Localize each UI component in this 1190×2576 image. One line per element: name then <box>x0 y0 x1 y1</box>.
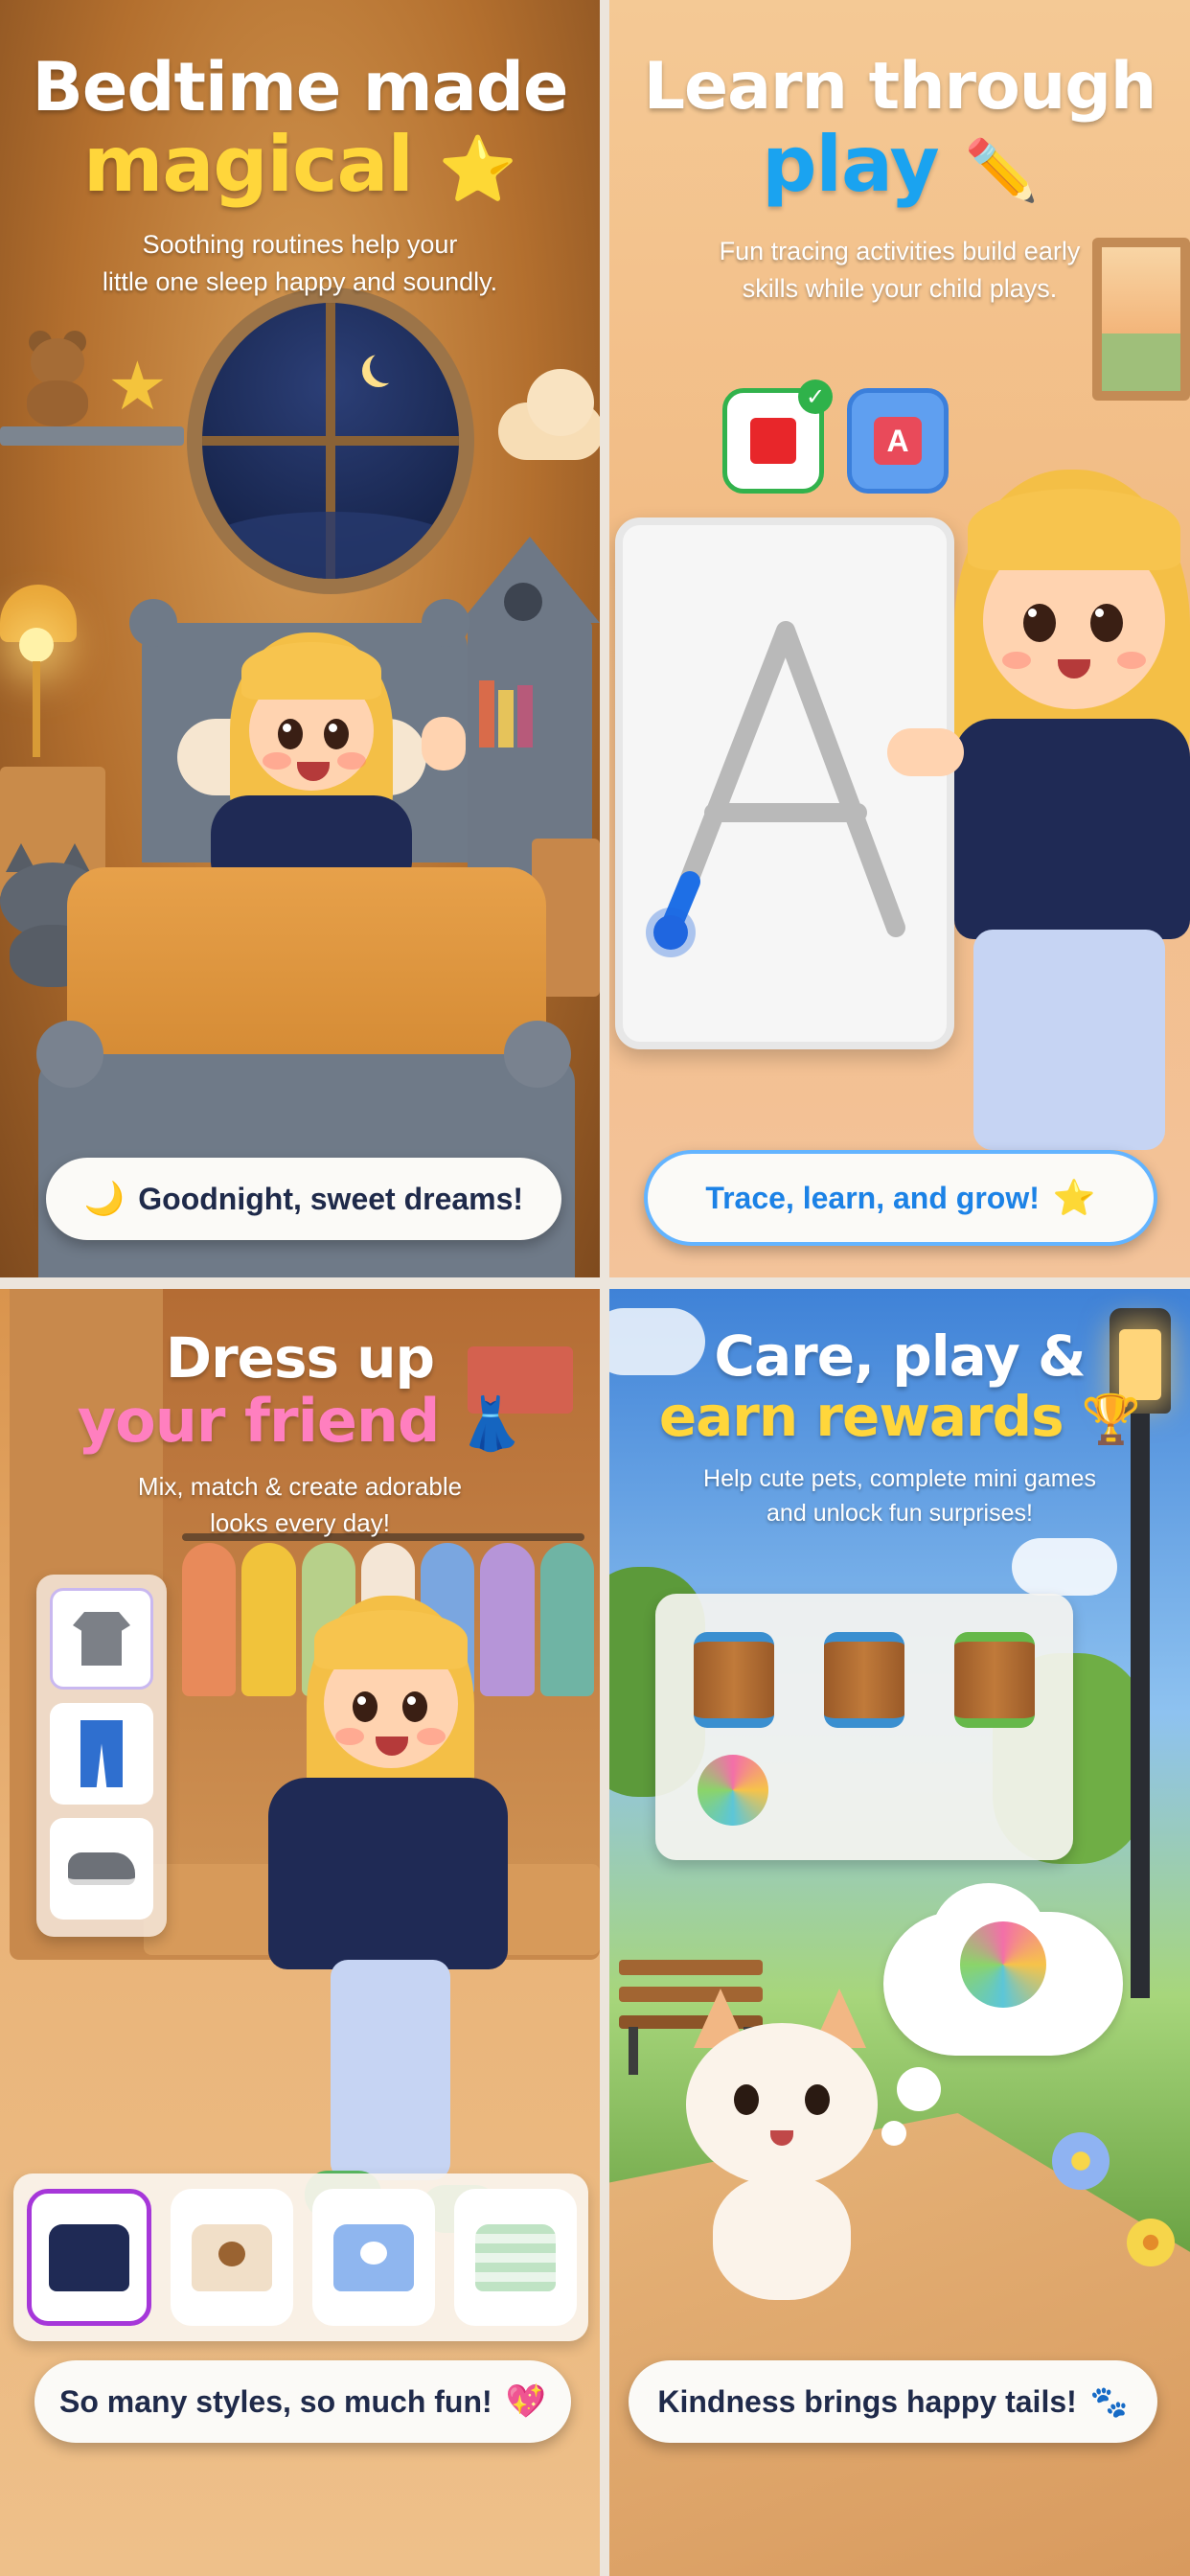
pajama-pants <box>331 1960 450 2180</box>
sneaker-icon <box>68 1852 135 1885</box>
tracing-board[interactable] <box>615 518 954 1049</box>
jeans-icon <box>80 1720 123 1787</box>
star-icon: ⭐ <box>1052 1178 1096 1217</box>
tshirt-category-button[interactable] <box>50 1588 153 1690</box>
outfit-option[interactable] <box>454 2189 577 2326</box>
kitten-character <box>686 1989 878 2305</box>
care-panel: Care, play & earn rewards 🏆 Help cute pe… <box>609 1289 1190 2576</box>
yarn-ball-icon[interactable] <box>698 1755 768 1826</box>
crescent-moon-icon: 🌙 <box>83 1181 126 1217</box>
blue-flower <box>1052 2132 1110 2190</box>
navy-star-sweater-icon <box>49 2223 129 2291</box>
learn-panel: Learn through play ✏️ Fun tracing activi… <box>609 0 1190 1277</box>
house-bookshelf <box>460 537 600 882</box>
bunny-sweater-icon <box>333 2223 414 2291</box>
outfit-selector <box>13 2174 588 2341</box>
red-square-icon <box>750 418 796 464</box>
yellow-flower <box>1127 2219 1175 2266</box>
outfit-option-selected[interactable] <box>27 2189 151 2326</box>
panel-subtitle: Soothing routines help your little one s… <box>102 230 498 297</box>
pencil-icon: ✏️ <box>964 135 1039 205</box>
panel-subtitle: Help cute pets, complete mini games and … <box>703 1465 1096 1528</box>
striped-sweater-icon <box>475 2223 556 2291</box>
square-shape-option[interactable]: ✓ <box>722 380 833 494</box>
barrel-blue-icon[interactable] <box>694 1632 774 1728</box>
shoes-category-button[interactable] <box>50 1818 153 1920</box>
star-decoration-icon: ★ <box>107 349 168 424</box>
letter-a-trace-path <box>646 621 905 957</box>
child-character <box>201 623 422 891</box>
panel-title-line2: earn rewards 🏆 <box>658 1384 1141 1449</box>
barrel-blue-icon[interactable] <box>824 1632 904 1728</box>
outfit-option[interactable] <box>171 2189 293 2326</box>
pajama-pants <box>973 930 1165 1150</box>
goodnight-message-pill: 🌙 Goodnight, sweet dreams! <box>46 1158 561 1240</box>
panel-title-line2: magical ⭐ <box>83 120 517 209</box>
kindness-message-pill: Kindness brings happy tails! 🐾 <box>629 2360 1157 2443</box>
panel-title-line2: your friend 👗 <box>77 1386 524 1456</box>
letter-a-tile: A <box>874 417 922 465</box>
waving-hand <box>422 717 466 770</box>
trace-message-pill: Trace, learn, and grow! ⭐ <box>644 1150 1157 1246</box>
outfit-option[interactable] <box>312 2189 435 2326</box>
panel-title-line2: play ✏️ <box>762 120 1039 209</box>
panel-title-line1: Care, play & <box>714 1323 1086 1389</box>
bedtime-panel: ★ Bedtime made magical ⭐ Soothing routin… <box>0 0 600 1277</box>
child-character <box>887 460 1190 1150</box>
dress-up-panel: Dress up your friend 👗 Mix, match & crea… <box>0 1289 600 2576</box>
styles-message-pill: So many styles, so much fun! 💖 <box>34 2360 571 2443</box>
cloud-decoration <box>498 364 600 470</box>
mini-game-board <box>655 1594 1073 1860</box>
round-night-window <box>187 288 474 594</box>
thought-bubble <box>883 1883 1123 2065</box>
teddy-bear-icon <box>19 331 96 426</box>
sparkling-heart-icon: 💖 <box>505 2383 546 2420</box>
clothing-category-palette <box>36 1575 167 1937</box>
barrel-green-icon[interactable] <box>954 1632 1035 1728</box>
panel-title-line1: Learn through <box>643 49 1157 125</box>
panel-title-line1: Dress up <box>165 1325 435 1391</box>
pants-category-button[interactable] <box>50 1703 153 1805</box>
panel-title-line1: Bedtime made <box>32 48 569 126</box>
trophy-icon: 🏆 <box>1081 1392 1141 1447</box>
checkmark-icon: ✓ <box>798 380 833 414</box>
dress-icon: 👗 <box>459 1393 523 1454</box>
wall-shelf <box>0 426 184 446</box>
panel-subtitle: Mix, match & create adorable looks every… <box>137 1472 463 1537</box>
panel-subtitle: Fun tracing activities build early skill… <box>719 237 1081 304</box>
pointing-hand <box>887 728 964 776</box>
child-character <box>240 1586 537 2257</box>
bedside-lamp <box>0 546 86 795</box>
t-shirt-icon <box>73 1612 130 1666</box>
bear-sweater-icon <box>192 2223 272 2291</box>
paw-prints-icon: 🐾 <box>1089 2384 1129 2419</box>
yarn-ball-icon <box>960 1921 1046 2008</box>
moon-icon <box>370 351 402 383</box>
star-icon: ⭐ <box>438 132 517 206</box>
letter-a-option[interactable]: A <box>847 388 949 494</box>
